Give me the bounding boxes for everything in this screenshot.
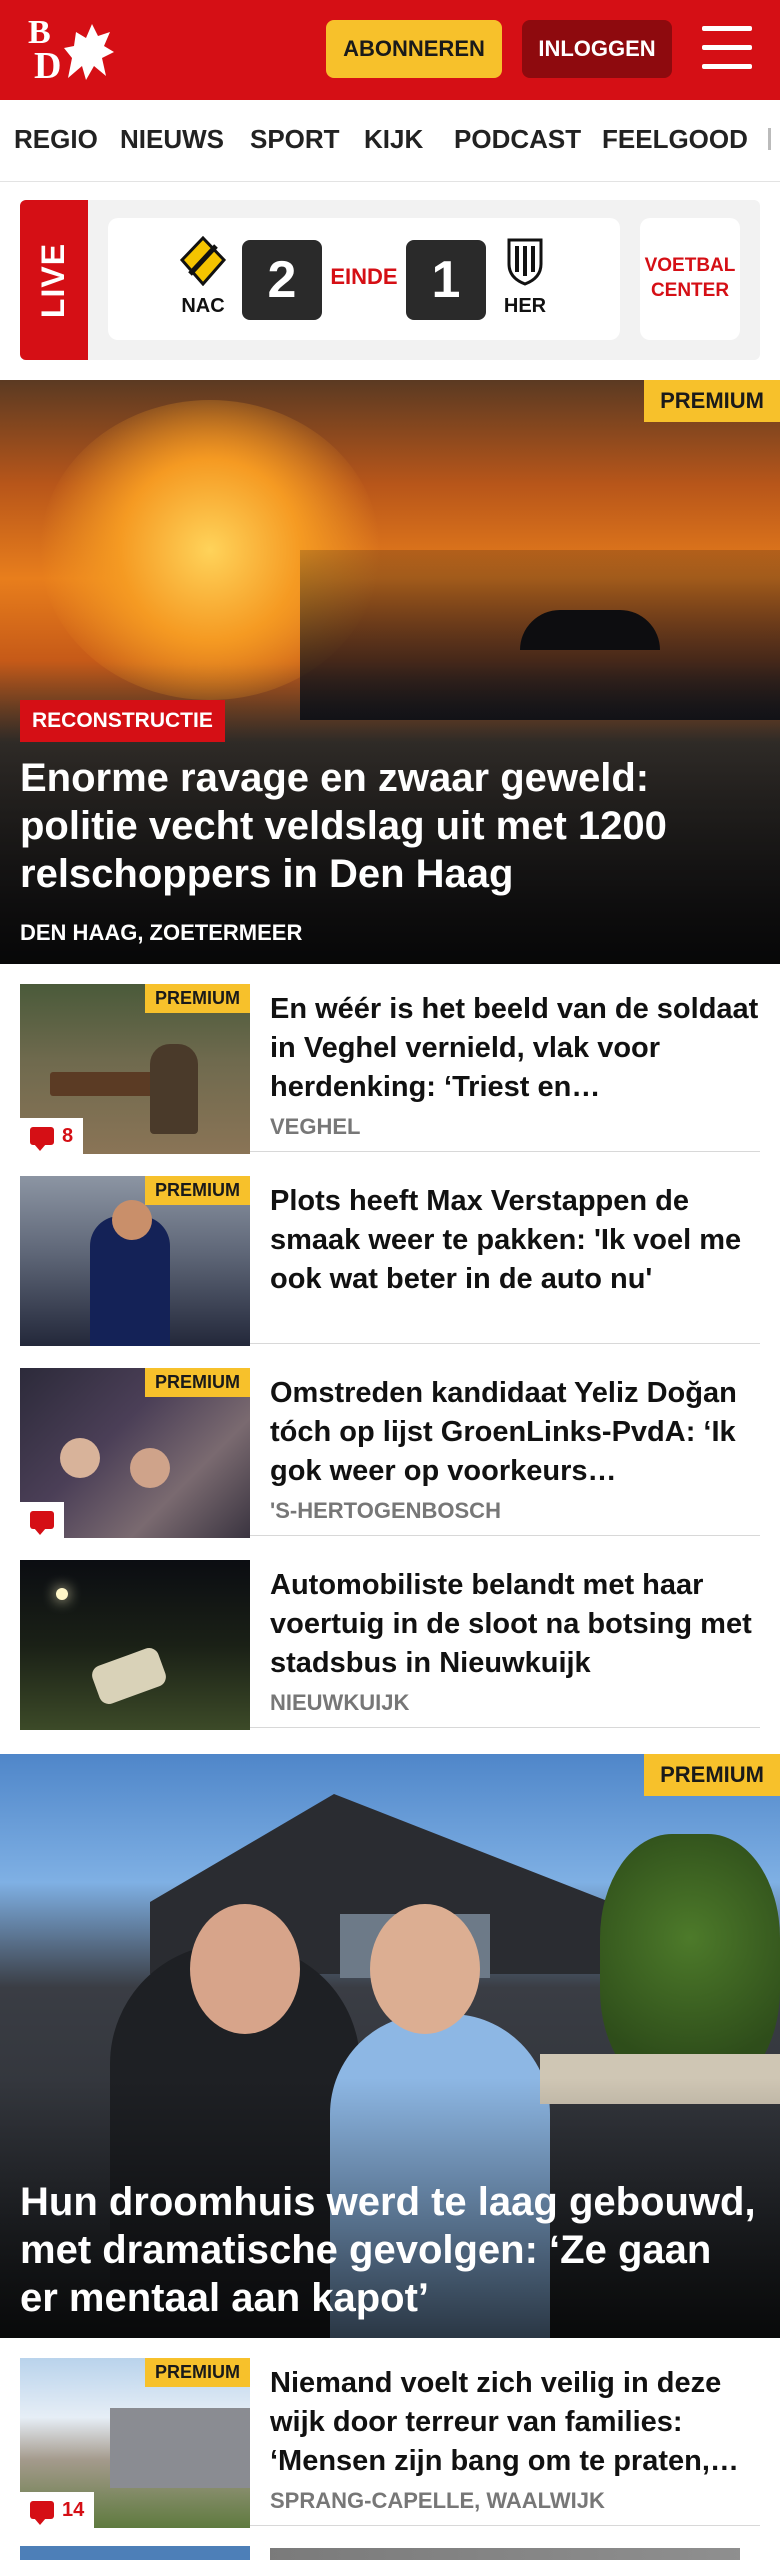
nac-crest-icon [179,235,227,287]
next-article-title-peek [270,2548,740,2560]
article-thumbnail: PREMIUM 8 [20,984,250,1154]
nav-item-podcast[interactable]: PODCAST [454,124,581,155]
article-car-ditch[interactable]: Automobiliste belandt met haar voertuig … [20,1552,760,1730]
site-header: B D ABONNEREN INLOGGEN [0,0,780,100]
article-thumbnail: PREMIUM 14 [20,2358,250,2528]
nav-item-kijk[interactable]: KIJK [364,124,423,155]
article-soldier-statue[interactable]: PREMIUM 8 En wéér is het beeld van de so… [20,976,760,1154]
dragon-icon [64,24,114,80]
statue-shape [150,1044,198,1134]
heracles-crest-icon [507,238,543,286]
article-title: Niemand voelt zich veilig in deze wijk d… [270,2367,739,2477]
nav-item-feelgood[interactable]: FEELGOOD [602,124,748,155]
away-score: 1 [406,240,486,320]
premium-badge: PREMIUM [644,1754,780,1796]
category-tag: RECONSTRUCTIE [20,700,225,742]
person-head-shape [60,1438,100,1478]
hero-article-dream-house[interactable]: PREMIUM Hun droomhuis werd te laag gebou… [0,1754,780,2338]
nav-overflow-divider [768,128,771,150]
article-neighbourhood-terror[interactable]: PREMIUM 14 Niemand voelt zich veilig in … [20,2350,760,2528]
umbrella-shape [520,610,660,650]
article-location: NIEUWKUIJK [270,1690,410,1715]
article-title: Omstreden kandidaat Yeliz Doğan tóch op … [270,1377,737,1487]
comment-icon [30,1511,54,1535]
premium-badge: PREMIUM [145,1368,250,1397]
article-location: SPRANG-CAPELLE, WAALWIJK [270,2488,605,2513]
house-shape [110,2408,250,2488]
login-button[interactable]: INLOGGEN [522,20,672,78]
subscribe-button[interactable]: ABONNEREN [326,20,502,78]
premium-badge: PREMIUM [145,1176,250,1205]
home-score: 2 [242,240,322,320]
bench-shape [50,1072,160,1096]
article-thumbnail: PREMIUM [20,1368,250,1538]
article-title: Automobiliste belandt met haar voertuig … [270,1569,752,1679]
comment-count[interactable]: 8 [20,1118,84,1154]
couple-man-head [190,1904,300,2034]
voetbal-center-button[interactable]: VOETBAL CENTER [640,218,740,340]
bd-logo[interactable]: B D [26,14,116,87]
car-shape [89,1645,169,1707]
hero-title: Enorme ravage en zwaar geweld: politie v… [20,756,667,896]
article-groenlinks-pvda[interactable]: PREMIUM Omstreden kandidaat Yeliz Doğan … [20,1360,760,1538]
away-team-name: HER [503,295,547,317]
article-location: 'S-HERTOGENBOSCH [270,1498,501,1523]
article-verstappen[interactable]: PREMIUM Plots heeft Max Verstappen de sm… [20,1168,760,1346]
premium-badge: PREMIUM [145,2358,250,2387]
live-scoreboard: LIVE NAC 2 EINDE 1 HER VOETBAL CENTER [20,200,760,360]
comment-count-value: 14 [62,2498,85,2521]
comment-icon [30,1127,54,1151]
match-status: EINDE [330,264,398,289]
section-nav: REGIO NIEUWS SPORT KIJK PODCAST FEELGOOD [0,100,780,182]
menu-icon[interactable] [702,26,752,70]
person-head-shape [130,1448,170,1488]
nav-item-regio[interactable]: REGIO [14,124,98,155]
premium-badge: PREMIUM [145,984,250,1013]
comment-count[interactable] [20,1502,64,1538]
comment-count[interactable]: 14 [20,2492,95,2528]
next-article-peek[interactable] [20,2546,250,2560]
hero-article-riots[interactable]: PREMIUM RECONSTRUCTIE Enorme ravage en z… [0,380,780,964]
hero-location: DEN HAAG, ZOETERMEER [20,920,303,945]
comment-icon [30,2501,54,2525]
couple-woman-head [370,1904,480,2034]
live-label: LIVE [20,200,88,360]
nav-item-nieuws[interactable]: NIEUWS [120,124,224,155]
article-title: En wéér is het beeld van de soldaat in V… [270,993,759,1103]
article-thumbnail: PREMIUM [20,1176,250,1346]
match-card[interactable]: NAC 2 EINDE 1 HER [108,218,620,340]
article-thumbnail [20,1560,250,1730]
away-club: HER [490,236,560,318]
nav-item-sport[interactable]: SPORT [250,124,340,155]
driver-head-shape [112,1200,152,1240]
premium-badge: PREMIUM [644,380,780,422]
article-location: VEGHEL [270,1114,361,1139]
home-team-name: NAC [181,295,225,317]
hero-title: Hun droomhuis werd te laag gebouwd, met … [20,2180,756,2320]
article-title: Plots heeft Max Verstappen de smaak weer… [270,1185,742,1295]
street-light-shape [56,1588,68,1600]
comment-count-value: 8 [62,1124,74,1147]
home-club: NAC [168,235,238,318]
